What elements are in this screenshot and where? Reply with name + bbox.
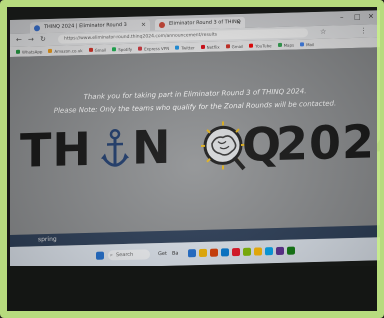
bookmark-favicon-icon	[16, 49, 20, 54]
taskbar-app-icon[interactable]	[232, 247, 240, 257]
bookmark-item[interactable]: Twitter	[175, 44, 195, 51]
bookmark-item[interactable]: YouTube	[249, 42, 272, 49]
logo-letters-th: TH	[20, 121, 92, 178]
bookmark-item[interactable]: Amazon.co.uk	[48, 47, 83, 54]
bookmark-label: Gmail	[94, 46, 107, 53]
tab-favicon-icon	[159, 21, 165, 29]
close-icon[interactable]: ✕	[236, 17, 241, 28]
spring-label: spring	[38, 235, 57, 244]
bookmark-label: Gmail	[231, 43, 244, 49]
bookmark-favicon-icon	[200, 44, 205, 50]
taskbar-app-icon[interactable]	[287, 246, 295, 255]
bookmark-favicon-icon	[277, 42, 282, 47]
bookmark-label: WhatsApp	[22, 48, 43, 55]
bookmark-favicon-icon	[225, 44, 230, 49]
taskbar-app-icon[interactable]	[254, 247, 262, 256]
bookmark-item[interactable]: Express VPN	[138, 45, 169, 51]
bookmark-favicon-icon	[48, 48, 53, 53]
bookmark-item[interactable]: Gmail	[88, 46, 107, 53]
tab-label: THINQ 2024 | Eliminator Round 3	[44, 21, 127, 31]
bookmark-label: Spotify	[118, 46, 133, 52]
bookmark-item[interactable]: Spotify	[112, 46, 132, 52]
bookmark-label: Amazon.co.uk	[54, 47, 83, 54]
taskbar-app-icon[interactable]	[188, 249, 196, 258]
search-placeholder: Search	[116, 251, 134, 259]
taskbar-app-icon[interactable]	[221, 248, 229, 257]
bookmark-label: Netflix	[206, 44, 220, 50]
taskbar-app-icon[interactable]	[210, 248, 218, 257]
page-content: Thank you for taking part in Eliminator …	[10, 47, 380, 235]
bookmark-item[interactable]: Netflix	[200, 44, 220, 50]
bookmark-item[interactable]: Mail	[300, 42, 314, 47]
bookmark-label: Mail	[306, 41, 315, 47]
monitor-screen: THINQ 2024 | Eliminator Round 3 ✕ Elimin…	[10, 10, 380, 270]
bookmark-favicon-icon	[175, 45, 180, 50]
reload-icon[interactable]: ↻	[40, 35, 46, 43]
taskbar-label[interactable]: Ba	[172, 251, 179, 257]
bookmark-favicon-icon	[88, 47, 93, 52]
brain-icon	[200, 117, 246, 174]
bookmark-item[interactable]: Gmail	[225, 43, 244, 49]
photo-frame: THINQ 2024 | Eliminator Round 3 ✕ Elimin…	[0, 0, 384, 318]
minimize-icon[interactable]: –	[340, 13, 344, 21]
bookmark-favicon-icon	[300, 42, 305, 47]
taskbar-app-icon[interactable]	[276, 246, 284, 256]
taskbar-label[interactable]: Get	[158, 251, 167, 257]
back-icon[interactable]: ←	[16, 36, 22, 44]
tab-label: Eliminator Round 3 of THINQ	[169, 18, 241, 27]
start-icon[interactable]	[96, 251, 104, 260]
bookmark-label: YouTube	[255, 42, 272, 49]
thinq-logo: TH N Q 2024	[20, 114, 380, 179]
maximize-icon[interactable]: □	[354, 13, 361, 21]
menu-icon[interactable]: ⋮	[360, 27, 367, 35]
taskbar-app-icon[interactable]	[243, 247, 251, 256]
bookmark-label: Twitter	[181, 44, 195, 51]
monitor-bottom-bezel	[7, 266, 377, 311]
anchor-icon	[100, 120, 130, 177]
bookmark-favicon-icon	[249, 43, 254, 48]
bookmark-item[interactable]: WhatsApp	[16, 49, 42, 55]
bookmark-favicon-icon	[138, 46, 143, 51]
tab-favicon-icon	[34, 25, 40, 32]
logo-year: 2024	[276, 113, 380, 172]
bookmark-favicon-icon	[112, 47, 117, 52]
bookmark-label: Maps	[283, 42, 295, 48]
taskbar-app-icon[interactable]	[199, 248, 207, 258]
forward-icon[interactable]: →	[28, 35, 34, 43]
bookmark-label: Express VPN	[144, 45, 170, 51]
window-close-icon[interactable]: ✕	[368, 12, 374, 20]
taskbar-app-icon[interactable]	[265, 247, 273, 256]
search-icon: ⌕	[110, 252, 113, 259]
close-icon[interactable]: ✕	[141, 19, 146, 30]
logo-letter-n: N	[132, 119, 172, 175]
bookmark-item[interactable]: Maps	[277, 42, 295, 48]
star-icon[interactable]: ☆	[320, 28, 326, 36]
taskbar-search[interactable]: ⌕ Search	[108, 249, 150, 261]
